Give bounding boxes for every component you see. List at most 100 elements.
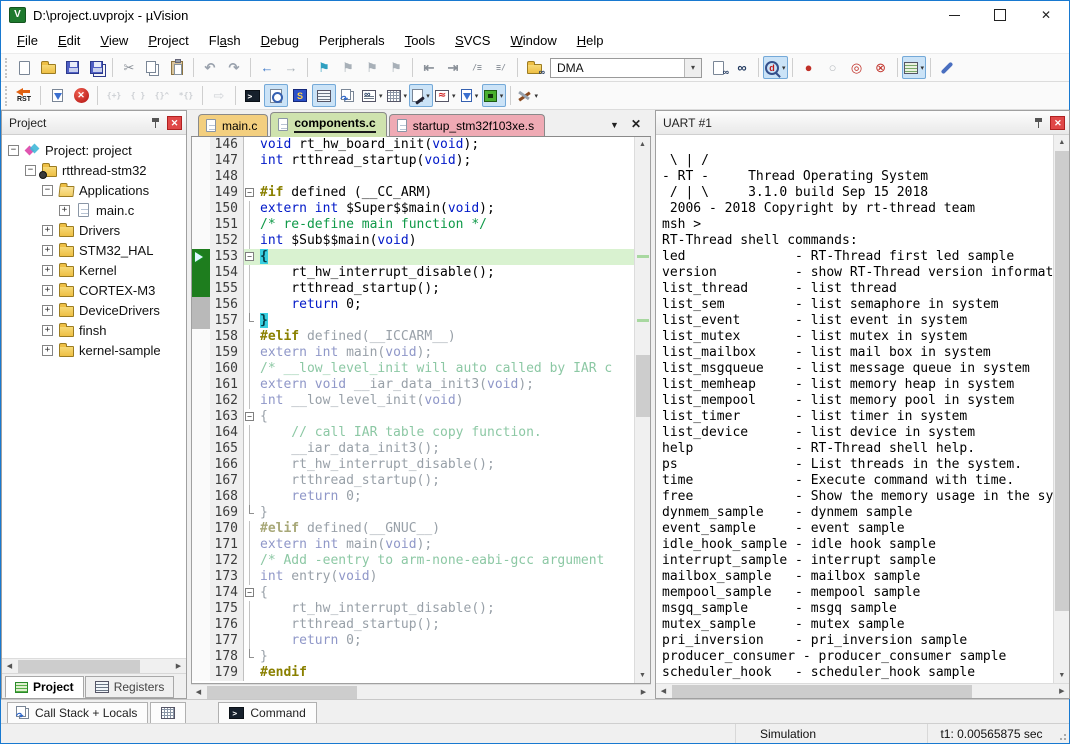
scroll-right-icon[interactable]: ▶ xyxy=(171,659,186,674)
command-tab[interactable]: >Command xyxy=(218,702,316,723)
next-bookmark-icon[interactable]: ⚑ xyxy=(336,56,360,79)
breakpoint-margin[interactable] xyxy=(192,297,210,313)
menu-item-debug[interactable]: Debug xyxy=(251,29,309,53)
breakpoint-margin[interactable] xyxy=(192,505,210,521)
breakpoint-margin[interactable] xyxy=(192,425,210,441)
fold-column[interactable] xyxy=(244,169,257,185)
code-line[interactable]: 169} xyxy=(192,505,634,521)
fold-column[interactable] xyxy=(244,553,257,569)
run-to-cursor-icon[interactable]: *{} xyxy=(174,84,198,107)
fold-column[interactable] xyxy=(244,665,257,681)
navigate-forward-icon[interactable]: → xyxy=(279,56,303,79)
breakpoint-margin[interactable] xyxy=(192,281,210,297)
breakpoint-margin[interactable] xyxy=(192,457,210,473)
code-line[interactable]: 170#elif defined(__GNUC__) xyxy=(192,521,634,537)
fold-collapse-icon[interactable]: − xyxy=(245,588,254,597)
uart-vertical-scrollbar[interactable]: ▲ ▼ xyxy=(1053,135,1069,683)
incremental-find-icon[interactable]: ∞ xyxy=(730,56,754,79)
call-stack-window-icon[interactable] xyxy=(336,84,360,107)
tree-item-cortex-m3[interactable]: +CORTEX-M3 xyxy=(2,280,186,300)
stop-icon[interactable]: ✕ xyxy=(69,84,93,107)
code-line[interactable]: 154 rt_hw_interrupt_disable(); xyxy=(192,265,634,281)
kill-all-breakpoints-icon[interactable]: ⊗ xyxy=(869,56,893,79)
breakpoint-margin[interactable] xyxy=(192,537,210,553)
tree-item-rtthread-stm32[interactable]: −rtthread-stm32 xyxy=(2,160,186,180)
show-next-statement-icon[interactable]: ⇨ xyxy=(207,84,231,107)
fold-column[interactable] xyxy=(244,233,257,249)
scrollbar-thumb[interactable] xyxy=(672,685,972,698)
close-document-icon[interactable] xyxy=(631,116,641,131)
code-line[interactable]: 159extern int main(void); xyxy=(192,345,634,361)
close-button[interactable] xyxy=(1023,1,1069,29)
breakpoint-margin[interactable] xyxy=(192,585,210,601)
memory-windows-icon[interactable]: ▾ xyxy=(385,84,410,107)
scrollbar-thumb[interactable] xyxy=(18,660,140,673)
tree-item-drivers[interactable]: +Drivers xyxy=(2,220,186,240)
save-all-icon[interactable] xyxy=(84,56,108,79)
menu-item-window[interactable]: Window xyxy=(500,29,566,53)
save-icon[interactable] xyxy=(60,56,84,79)
code-line[interactable]: 157} xyxy=(192,313,634,329)
fold-column[interactable]: − xyxy=(244,185,257,201)
code-line[interactable]: 172/* Add -eentry to arm-none-eabi-gcc a… xyxy=(192,553,634,569)
code-line[interactable]: 166 rt_hw_interrupt_disable(); xyxy=(192,457,634,473)
code-line[interactable]: 165 __iar_data_init3(); xyxy=(192,441,634,457)
uart-horizontal-scrollbar[interactable]: ◀ ▶ xyxy=(656,683,1069,698)
fold-collapse-icon[interactable]: − xyxy=(245,188,254,197)
start-stop-debug-icon[interactable]: d▾ xyxy=(763,56,788,79)
find-in-files-icon[interactable]: ∞ xyxy=(522,56,546,79)
fold-column[interactable] xyxy=(244,217,257,233)
fold-column[interactable] xyxy=(244,137,257,153)
fold-column[interactable] xyxy=(244,345,257,361)
watch-windows-icon[interactable]: ▾ xyxy=(360,84,385,107)
pin-icon[interactable] xyxy=(1026,111,1050,134)
code-line[interactable]: 163−{ xyxy=(192,409,634,425)
code-line[interactable]: 164 // call IAR table copy function. xyxy=(192,425,634,441)
breakpoint-margin[interactable] xyxy=(192,233,210,249)
code-line[interactable]: 153−{ xyxy=(192,249,634,265)
scrollbar-thumb[interactable] xyxy=(636,355,650,417)
memory-window-tab[interactable] xyxy=(150,702,186,723)
breakpoint-margin[interactable] xyxy=(192,489,210,505)
fold-collapse-icon[interactable]: − xyxy=(245,412,254,421)
menu-item-flash[interactable]: Flash xyxy=(199,29,251,53)
code-line[interactable]: 167 rtthread_startup(); xyxy=(192,473,634,489)
pin-icon[interactable] xyxy=(143,111,167,134)
navigate-back-icon[interactable]: ← xyxy=(255,56,279,79)
scrollbar-thumb[interactable] xyxy=(207,686,357,699)
code-line[interactable]: 155 rtthread_startup(); xyxy=(192,281,634,297)
fold-column[interactable] xyxy=(244,505,257,521)
run-icon[interactable] xyxy=(45,84,69,107)
unindent-icon[interactable]: ⇤ xyxy=(417,56,441,79)
fold-column[interactable] xyxy=(244,425,257,441)
breakpoint-margin[interactable] xyxy=(192,169,210,185)
tree-item-finsh[interactable]: +finsh xyxy=(2,320,186,340)
fold-column[interactable] xyxy=(244,569,257,585)
redo-icon[interactable]: ↷ xyxy=(222,56,246,79)
fold-column[interactable] xyxy=(244,457,257,473)
code-line[interactable]: 178} xyxy=(192,649,634,665)
code-line[interactable]: 147int rtthread_startup(void); xyxy=(192,153,634,169)
menu-item-tools[interactable]: Tools xyxy=(395,29,445,53)
undo-icon[interactable]: ↶ xyxy=(198,56,222,79)
expand-icon[interactable]: + xyxy=(42,265,53,276)
code-line[interactable]: 176 rtthread_startup(); xyxy=(192,617,634,633)
trace-windows-icon[interactable]: ▾ xyxy=(458,84,482,107)
title-bar[interactable]: V D:\project.uvprojx - µVision xyxy=(1,1,1069,29)
paste-icon[interactable] xyxy=(165,56,189,79)
fold-column[interactable] xyxy=(244,393,257,409)
breakpoint-margin[interactable] xyxy=(192,265,210,281)
step-out-icon[interactable]: {}^ xyxy=(150,84,174,107)
step-over-icon[interactable]: { } xyxy=(126,84,150,107)
scroll-left-icon[interactable]: ◀ xyxy=(656,684,671,699)
clear-bookmarks-icon[interactable]: ⚑ xyxy=(384,56,408,79)
fold-column[interactable] xyxy=(244,633,257,649)
reset-cpu-icon[interactable]: RST xyxy=(12,84,36,107)
fold-collapse-icon[interactable]: − xyxy=(245,252,254,261)
close-panel-icon[interactable] xyxy=(1050,116,1065,130)
menu-item-peripherals[interactable]: Peripherals xyxy=(309,29,395,53)
editor-vertical-scrollbar[interactable]: ▲ ▼ xyxy=(634,137,650,683)
code-line[interactable]: 152int $Sub$$main(void) xyxy=(192,233,634,249)
scroll-right-icon[interactable]: ▶ xyxy=(1054,684,1069,699)
menu-item-edit[interactable]: Edit xyxy=(48,29,90,53)
